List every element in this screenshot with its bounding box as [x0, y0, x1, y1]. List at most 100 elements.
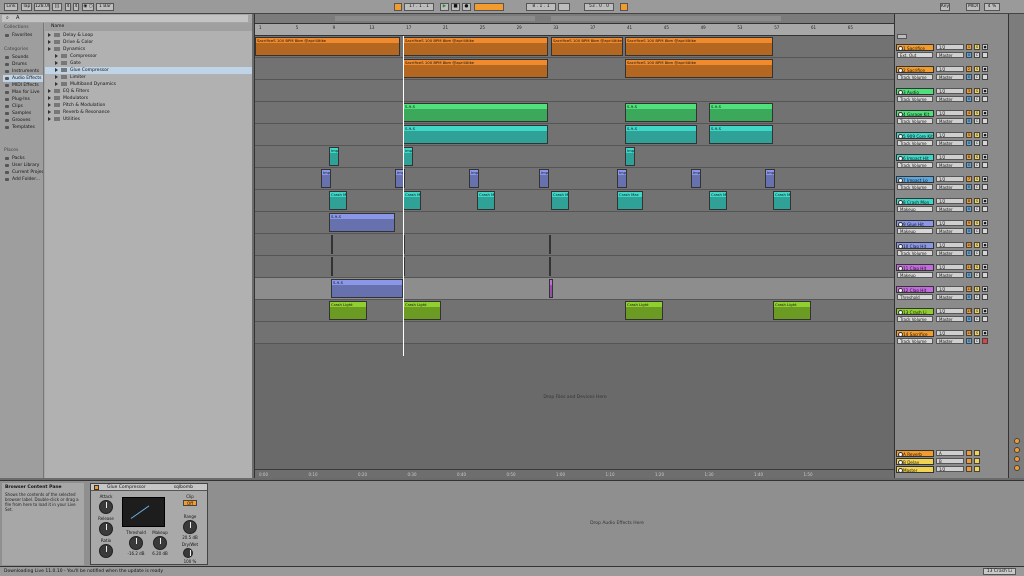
track-lane[interactable]: [255, 256, 895, 278]
audio-to-select[interactable]: Master: [936, 140, 964, 146]
track-name[interactable]: 9 Glue Hit: [896, 220, 934, 227]
sidebar-item-midi-effects[interactable]: MIDI Effects: [3, 82, 43, 89]
audio-from-select[interactable]: 1/2: [936, 154, 964, 160]
clip-toggle[interactable]: Off: [183, 500, 197, 506]
device-drop-area[interactable]: Drop Audio Effects Here: [214, 483, 1020, 565]
return-activator-button[interactable]: [966, 458, 972, 464]
volume-field[interactable]: 0: [966, 250, 972, 256]
arrangement-clip[interactable]: Crash Ma: [551, 191, 569, 210]
expand-arrow-icon[interactable]: [48, 32, 51, 37]
stop-button[interactable]: ■: [451, 3, 460, 11]
volume-field[interactable]: 0: [966, 162, 972, 168]
expand-arrow-icon[interactable]: [48, 116, 51, 121]
sidebar-item-instruments[interactable]: Instruments: [3, 68, 43, 75]
time-sig-numerator[interactable]: 4: [65, 3, 71, 11]
file-item[interactable]: Delay & Loop: [45, 32, 252, 39]
track-input-select[interactable]: Track Volume: [897, 140, 933, 146]
audio-to-select[interactable]: Master: [936, 184, 964, 190]
arm-button[interactable]: ●: [982, 242, 988, 248]
track-name[interactable]: 11 Clap Hit: [896, 264, 934, 271]
arm-button[interactable]: ●: [982, 176, 988, 182]
arrangement-clip[interactable]: Imp: [321, 169, 331, 188]
sidebar-item-favorites[interactable]: Favorites: [3, 32, 43, 39]
record-arm-icon[interactable]: [982, 162, 988, 168]
solo-button[interactable]: S: [974, 330, 980, 336]
track-activator-button[interactable]: 4: [966, 110, 972, 116]
track-header[interactable]: 12 Clap Hit Threshold 1/2 Master 12 S ● 0 C: [896, 286, 1008, 306]
glue-compressor-device[interactable]: Glue Compressor sqlbomb Attack Release R…: [90, 483, 208, 565]
track-header[interactable]: 1 Sacrifice Ext. Out 1/2 Master 1 S ● 0 C: [896, 44, 1008, 64]
track-name[interactable]: 14 Sacrifice: [896, 330, 934, 337]
volume-field[interactable]: 0: [966, 118, 972, 124]
record-arm-icon[interactable]: [982, 338, 988, 344]
solo-button[interactable]: S: [974, 220, 980, 226]
track-header[interactable]: 2 Sacrifice Track Volume 1/2 Master 2 S ● 0 C: [896, 66, 1008, 86]
metronome-button[interactable]: ◉ ○: [82, 3, 94, 11]
expand-arrow-icon[interactable]: [48, 39, 51, 44]
loop-length-field[interactable]: 53 . 0 . 0: [584, 3, 614, 11]
track-header[interactable]: 3 Audio Track Volume 1/2 Master 3 S ● 0 C: [896, 88, 1008, 108]
pan-field[interactable]: C: [974, 206, 980, 212]
drywet-value[interactable]: 100 %: [179, 559, 201, 564]
arrangement-clip[interactable]: Imp: [765, 169, 775, 188]
expand-arrow-icon[interactable]: [55, 74, 58, 79]
makeup-knob[interactable]: [153, 536, 167, 550]
volume-field[interactable]: 0: [966, 96, 972, 102]
return-track-header[interactable]: A Reverb A: [896, 450, 1008, 458]
arrangement-clip[interactable]: SacrificeS 100 BPM 8bm @april4tike: [551, 37, 623, 56]
expand-arrow-icon[interactable]: [48, 88, 51, 93]
arrangement-clip[interactable]: S-9-S: [709, 103, 773, 122]
audio-to-select[interactable]: Master: [936, 74, 964, 80]
return-activator-button[interactable]: [966, 466, 972, 472]
record-arm-icon[interactable]: [982, 184, 988, 190]
track-activator-button[interactable]: 6: [966, 154, 972, 160]
record-arm-icon[interactable]: [982, 228, 988, 234]
arrangement-clip[interactable]: SacrificeS 100 BPM 8bm @april4tike: [625, 59, 773, 78]
attack-knob[interactable]: [99, 500, 113, 514]
threshold-value[interactable]: -16.2 dB: [125, 551, 147, 556]
arrangement-clip[interactable]: S-9-S: [329, 213, 395, 232]
arm-button[interactable]: ●: [982, 44, 988, 50]
volume-field[interactable]: 0: [966, 338, 972, 344]
arrangement-clip[interactable]: [331, 235, 333, 254]
track-header[interactable]: 10 Clap Hit Track Volume 1/2 Master 10 S ● 0 C: [896, 242, 1008, 262]
track-lane[interactable]: Crash Ma Crash Ma Crash Ma Crash Ma Crash Ma…: [255, 190, 895, 212]
return-solo-button[interactable]: [974, 450, 980, 456]
solo-button[interactable]: S: [974, 44, 980, 50]
track-input-select[interactable]: Makeup: [897, 206, 933, 212]
track-activator-button[interactable]: 11: [966, 264, 972, 270]
audio-from-select[interactable]: 1/2: [936, 198, 964, 204]
audio-to-select[interactable]: Master: [936, 206, 964, 212]
arrangement-clip[interactable]: [549, 257, 551, 276]
tap-tempo-button[interactable]: Tap: [21, 3, 32, 11]
sidebar-item-add-folder[interactable]: Add Folder...: [3, 176, 43, 183]
audio-to-select[interactable]: Master: [936, 162, 964, 168]
track-input-select[interactable]: Track Volume: [897, 250, 933, 256]
track-input-select[interactable]: Makeup: [897, 272, 933, 278]
track-name[interactable]: 12 Clap Hit: [896, 286, 934, 293]
arrangement-clip[interactable]: Imp: [329, 147, 339, 166]
arrangement-clip[interactable]: S-9-S: [709, 125, 773, 144]
track-name[interactable]: 8 Crash Mon: [896, 198, 934, 205]
range-value[interactable]: 20.5 dB: [179, 535, 201, 540]
return-track-header[interactable]: B Delay B: [896, 458, 1008, 466]
volume-field[interactable]: 0: [966, 74, 972, 80]
volume-field[interactable]: 0: [966, 184, 972, 190]
audio-to-select[interactable]: Master: [936, 338, 964, 344]
track-activator-button[interactable]: 14: [966, 330, 972, 336]
track-input-select[interactable]: Track Volume: [897, 118, 933, 124]
audio-from-select[interactable]: 1/2: [936, 110, 964, 116]
volume-field[interactable]: 0: [966, 228, 972, 234]
audio-from-select[interactable]: 1/2: [936, 220, 964, 226]
solo-button[interactable]: S: [974, 198, 980, 204]
file-item[interactable]: Gate: [45, 60, 252, 67]
track-activator-button[interactable]: 7: [966, 176, 972, 182]
audio-to-select[interactable]: Master: [936, 272, 964, 278]
arrangement-clip[interactable]: [549, 235, 551, 254]
track-name[interactable]: 7 Impact Lo: [896, 176, 934, 183]
arm-button[interactable]: ●: [982, 88, 988, 94]
arrangement-clip[interactable]: S-9-S: [403, 125, 548, 144]
track-input-select[interactable]: Threshold: [897, 294, 933, 300]
return-track-name[interactable]: B Delay: [896, 458, 934, 465]
solo-button[interactable]: S: [974, 88, 980, 94]
